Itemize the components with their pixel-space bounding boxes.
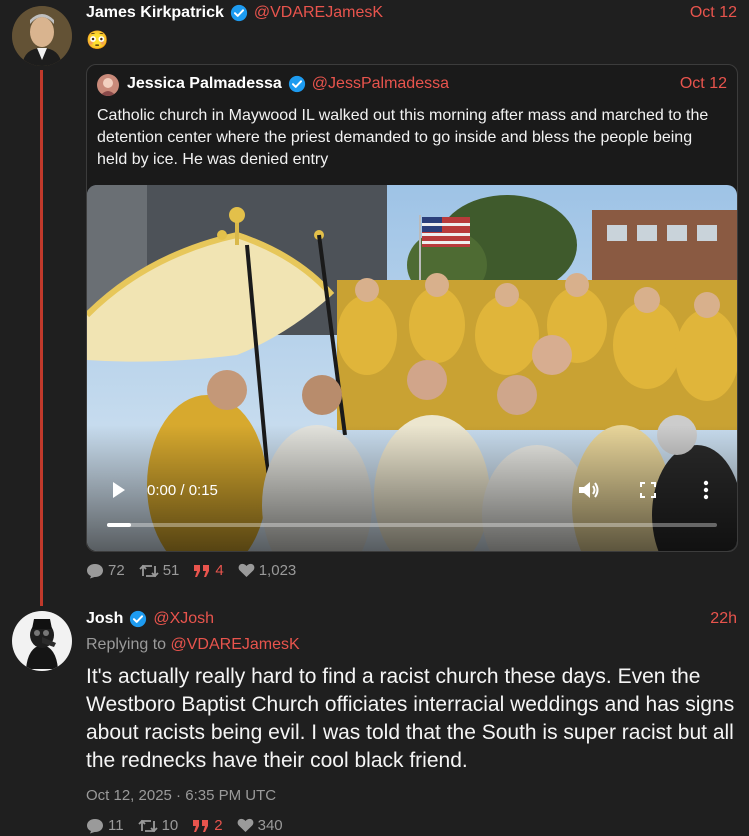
replying-to-line: Replying to @VDAREJamesK — [86, 636, 300, 654]
video-player[interactable]: 0:00 / 0:15 — [87, 185, 737, 551]
avatar-josh[interactable] — [12, 611, 72, 671]
more-icon[interactable] — [703, 480, 709, 500]
avatar-jessica[interactable] — [97, 74, 119, 96]
tweet2-author-handle[interactable]: @XJosh — [153, 610, 214, 628]
play-icon[interactable] — [111, 481, 127, 499]
verified-badge-icon — [230, 4, 248, 22]
retweet-count: 10 — [161, 817, 179, 834]
tweet1-author-handle[interactable]: @VDAREJamesK — [254, 4, 383, 22]
reply-button[interactable]: 11 — [86, 817, 124, 834]
like-button[interactable]: 1,023 — [238, 562, 297, 579]
retweet-icon — [137, 819, 158, 832]
volume-icon[interactable] — [577, 480, 601, 500]
tweet1-text: 😳 — [86, 30, 109, 50]
quote-author-name[interactable]: Jessica Palmadessa — [127, 75, 282, 93]
like-count: 340 — [257, 817, 283, 834]
quote-icon — [194, 564, 210, 577]
quote-icon — [193, 819, 209, 832]
video-time: 0:00 / 0:15 — [147, 482, 218, 499]
retweet-icon — [139, 564, 159, 577]
reply-icon — [87, 563, 103, 578]
like-count: 1,023 — [258, 562, 297, 579]
retweet-button[interactable]: 51 — [139, 562, 180, 579]
verified-badge-icon — [288, 75, 306, 93]
heart-icon — [238, 563, 255, 577]
tweet2-date[interactable]: 22h — [710, 610, 737, 628]
video-progress-fill — [107, 523, 132, 527]
video-progress-bar[interactable] — [107, 523, 717, 527]
heart-icon — [237, 818, 253, 832]
tweet1-actions: 72 51 4 1,023 — [86, 562, 296, 579]
tweet2-author-name[interactable]: Josh — [86, 610, 123, 628]
tweet2-text: It's actually really hard to find a raci… — [86, 665, 735, 772]
reply-count: 11 — [108, 817, 124, 834]
quote-author-handle[interactable]: @JessPalmadessa — [312, 75, 449, 93]
retweet-button[interactable]: 10 — [137, 817, 179, 834]
tweet1-author-name[interactable]: James Kirkpatrick — [86, 4, 224, 22]
reply-count: 72 — [108, 562, 125, 579]
reply-icon — [87, 818, 103, 833]
quote-text: Catholic church in Maywood IL walked out… — [97, 107, 709, 168]
quote-count: 4 — [215, 562, 224, 579]
quote-button[interactable]: 2 — [192, 817, 223, 834]
quote-date[interactable]: Oct 12 — [680, 75, 727, 93]
like-button[interactable]: 340 — [237, 817, 283, 834]
replying-to-handle[interactable]: @VDAREJamesK — [171, 636, 300, 653]
tweet2-actions: 11 10 2 340 — [86, 817, 283, 834]
verified-badge-icon — [129, 610, 147, 628]
quoted-tweet-card[interactable]: Jessica Palmadessa @JessPalmadessa Oct 1… — [86, 64, 738, 552]
quote-button[interactable]: 4 — [193, 562, 224, 579]
fullscreen-icon[interactable] — [640, 482, 656, 498]
tweet1-date[interactable]: Oct 12 — [690, 4, 737, 22]
quote-count: 2 — [214, 817, 223, 834]
replying-to-prefix: Replying to — [86, 636, 171, 653]
avatar-james[interactable] — [12, 6, 72, 66]
retweet-count: 51 — [162, 562, 180, 579]
reply-button[interactable]: 72 — [86, 562, 125, 579]
thread-line — [40, 70, 43, 606]
tweet2-timestamp[interactable]: Oct 12, 2025 · 6:35 PM UTC — [86, 787, 276, 804]
